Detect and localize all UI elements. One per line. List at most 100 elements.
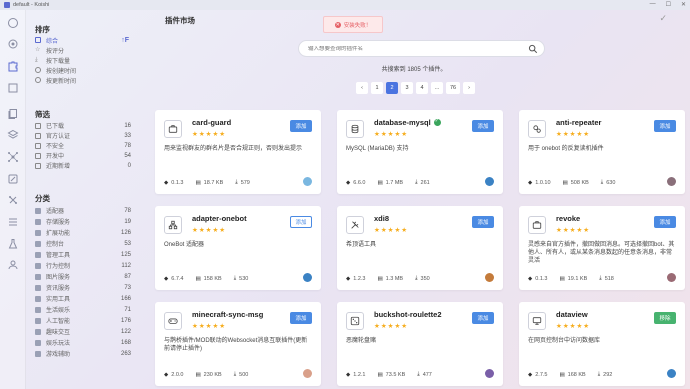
plugin-name[interactable]: card-guard <box>192 118 231 127</box>
author-avatar[interactable] <box>667 177 676 186</box>
add-button[interactable]: 添加 <box>654 120 676 132</box>
author-avatar[interactable] <box>303 369 312 378</box>
plugin-card-card-guard[interactable]: card-guard ★★★★★ 添加 用来监视群友的群名片是否合规正则，否则发… <box>155 110 321 194</box>
category-item-storage[interactable]: 存储服务 19 <box>35 217 131 226</box>
add-button[interactable]: 添加 <box>472 216 494 228</box>
author-avatar[interactable] <box>667 273 676 282</box>
plugin-card-xdi8[interactable]: xdi8 ★★★★★ 添加 希顶语工具 ◆ 1.2.3 ▤ 1.3 MB ⤓ 350 <box>337 206 503 290</box>
author-avatar[interactable] <box>303 273 312 282</box>
category-item-console[interactable]: 控制台 53 <box>35 239 131 248</box>
remove-button[interactable]: 移除 <box>654 312 676 324</box>
sort-item-updated[interactable]: 按更新时间 <box>35 75 135 85</box>
search-icon[interactable] <box>528 44 538 54</box>
add-button[interactable]: 添加 <box>654 216 676 228</box>
filter-item-downloaded[interactable]: 已下载 16 <box>35 121 131 130</box>
page-button-3[interactable]: 3 <box>401 82 413 94</box>
checkbox-icon[interactable] <box>35 162 41 169</box>
plugin-name[interactable]: database-mysql <box>374 118 441 127</box>
category-item-label: 趣味交互 <box>46 330 71 336</box>
category-item-manage[interactable]: 管理工具 125 <box>35 250 131 259</box>
plugin-name[interactable]: minecraft-sync-msg <box>192 310 263 319</box>
check-icon[interactable]: ✓ <box>659 13 667 24</box>
plugin-name[interactable]: dataview <box>556 310 588 319</box>
category-icon <box>35 207 41 214</box>
people-icon[interactable] <box>6 258 20 272</box>
add-button[interactable]: 添加 <box>472 312 494 324</box>
search-box[interactable] <box>298 40 545 57</box>
maximize-icon[interactable]: ☐ <box>666 1 671 8</box>
author-avatar[interactable] <box>485 177 494 186</box>
author-avatar[interactable] <box>667 369 676 378</box>
page-button-76[interactable]: 76 <box>446 82 460 94</box>
category-item-gameaid[interactable]: 游戏辅助 263 <box>35 349 131 358</box>
page-button-4[interactable]: 4 <box>416 82 428 94</box>
category-item-game[interactable]: 娱乐玩法 168 <box>35 338 131 347</box>
category-item-behavior[interactable]: 行为控制 112 <box>35 261 131 270</box>
category-item-ai[interactable]: 人工智能 176 <box>35 316 131 325</box>
settings-icon[interactable] <box>6 37 20 51</box>
sort-item-created[interactable]: 按创建时间 <box>35 65 135 75</box>
author-avatar[interactable] <box>485 273 494 282</box>
category-item-image[interactable]: 图片服务 87 <box>35 272 131 281</box>
plugin-name[interactable]: adapter-onebot <box>192 214 247 223</box>
author-avatar[interactable] <box>485 369 494 378</box>
copy-icon[interactable] <box>6 107 20 121</box>
plugin-card-minecraft-sync-msg[interactable]: minecraft-sync-msg ★★★★★ 添加 与鹊桥插件/MOD联动的… <box>155 302 321 386</box>
minimize-icon[interactable]: — <box>650 1 656 8</box>
rating-stars: ★★★★★ <box>374 323 409 330</box>
add-button[interactable]: 添加 <box>472 120 494 132</box>
category-item-label: 实用工具 <box>46 297 71 303</box>
plugin-card-database-mysql[interactable]: database-mysql ★★★★★ 添加 MySQL (MariaDB) … <box>337 110 503 194</box>
add-button[interactable]: 添加 <box>290 312 312 324</box>
sort-item-downloads[interactable]: ⤓ 按下载量 <box>35 55 135 65</box>
add-button[interactable]: 添加 <box>290 120 312 132</box>
next-page-button[interactable]: › <box>463 82 475 94</box>
plugin-name[interactable]: anti-repeater <box>556 118 601 127</box>
category-item-tool[interactable]: 实用工具 166 <box>35 294 131 303</box>
filter-item-recent[interactable]: 近期新增 0 <box>35 161 131 170</box>
sort-item-rating[interactable]: ☆ 按评分 <box>35 45 135 55</box>
edit-icon[interactable] <box>6 172 20 186</box>
add-button[interactable]: 添加 <box>290 216 312 228</box>
sort-item-default[interactable]: 综合 ↑F <box>35 35 135 45</box>
plugin-name[interactable]: buckshot-roulette2 <box>374 310 442 319</box>
list-icon[interactable] <box>6 215 20 229</box>
category-item-count: 53 <box>124 240 131 247</box>
category-item-interact[interactable]: 趣味交互 122 <box>35 327 131 336</box>
checkbox-icon[interactable] <box>35 132 41 139</box>
prev-page-button[interactable]: ‹ <box>356 82 368 94</box>
checkbox-icon[interactable] <box>35 152 41 159</box>
filter-item-insecure[interactable]: 不安全 78 <box>35 141 131 150</box>
filter-item-in-development[interactable]: 开发中 54 <box>35 151 131 160</box>
home-icon[interactable] <box>6 16 20 30</box>
plugin-name[interactable]: revoke <box>556 214 580 223</box>
plugin-card-anti-repeater[interactable]: anti-repeater ★★★★★ 添加 用于 onebot 的反复读机插件… <box>519 110 685 194</box>
plugin-card-buckshot-roulette2[interactable]: buckshot-roulette2 ★★★★★ 添加 恶魔轮盘赌 ◆ 1.2.1… <box>337 302 503 386</box>
page-button-2[interactable]: 2 <box>386 82 398 94</box>
plugin-card-revoke[interactable]: revoke ★★★★★ 添加 灵感来自官方插件，撤回做回消息。可选择撤回bot… <box>519 206 685 290</box>
sort-direction-toggle[interactable]: ↑F <box>121 37 129 44</box>
page-ellipsis[interactable]: … <box>431 82 443 94</box>
gamepad-icon <box>164 312 182 330</box>
page-button-1[interactable]: 1 <box>371 82 383 94</box>
category-item-extension[interactable]: 扩展功能 126 <box>35 228 131 237</box>
plugin-description: OneBot 适配器 <box>164 242 205 248</box>
close-icon[interactable]: ✕ <box>681 1 686 8</box>
plugin-name[interactable]: xdi8 <box>374 214 389 223</box>
category-item-life[interactable]: 生活娱乐 71 <box>35 305 131 314</box>
deps-icon[interactable] <box>6 81 20 95</box>
checkbox-icon[interactable] <box>35 142 41 149</box>
checkbox-icon[interactable] <box>35 122 41 129</box>
search-input[interactable] <box>308 45 518 52</box>
plugin-icon[interactable] <box>6 59 20 73</box>
filter-item-verified[interactable]: 官方认证 33 <box>35 131 131 140</box>
flask-icon[interactable] <box>6 237 20 251</box>
network-icon[interactable] <box>6 150 20 164</box>
plugin-card-adapter-onebot[interactable]: adapter-onebot ★★★★★ 添加 OneBot 适配器 ◆ 6.7.… <box>155 206 321 290</box>
author-avatar[interactable] <box>303 177 312 186</box>
layers-icon[interactable] <box>6 128 20 142</box>
category-item-news[interactable]: 资讯服务 73 <box>35 283 131 292</box>
plugin-card-dataview[interactable]: dataview ★★★★★ 移除 在网页控制台中访问数据库 ◆ 2.7.5 ▤ 1… <box>519 302 685 386</box>
category-item-adapter[interactable]: 适配器 78 <box>35 206 131 215</box>
sandbox-icon[interactable] <box>6 193 20 207</box>
